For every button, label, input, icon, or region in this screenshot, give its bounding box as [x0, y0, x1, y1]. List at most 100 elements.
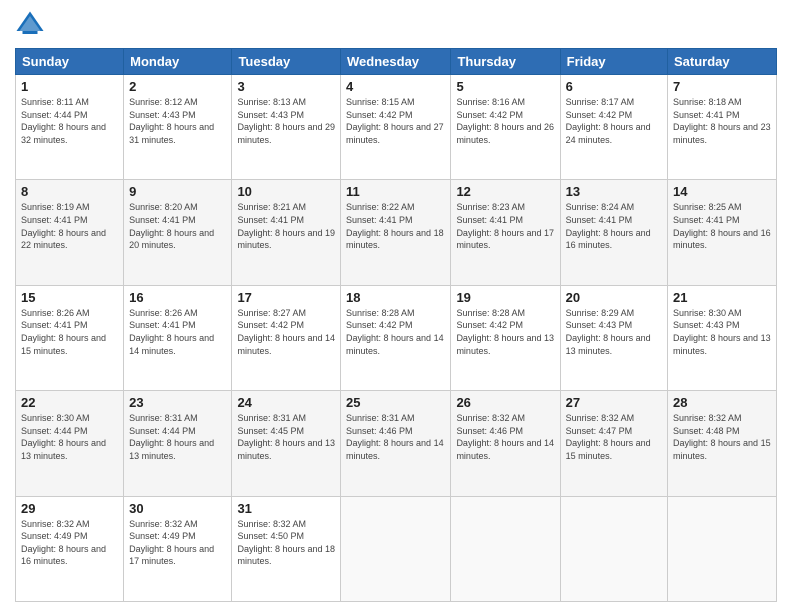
calendar-cell: 1 Sunrise: 8:11 AMSunset: 4:44 PMDayligh…	[16, 75, 124, 180]
calendar-cell	[668, 496, 777, 601]
week-row-3: 15 Sunrise: 8:26 AMSunset: 4:41 PMDaylig…	[16, 285, 777, 390]
day-number: 6	[566, 79, 662, 94]
week-row-1: 1 Sunrise: 8:11 AMSunset: 4:44 PMDayligh…	[16, 75, 777, 180]
day-number: 5	[456, 79, 554, 94]
day-info: Sunrise: 8:25 AMSunset: 4:41 PMDaylight:…	[673, 202, 771, 250]
day-info: Sunrise: 8:26 AMSunset: 4:41 PMDaylight:…	[21, 308, 106, 356]
day-number: 28	[673, 395, 771, 410]
calendar-cell	[451, 496, 560, 601]
logo-icon	[15, 10, 45, 40]
calendar-table: SundayMondayTuesdayWednesdayThursdayFrid…	[15, 48, 777, 602]
calendar-cell: 18 Sunrise: 8:28 AMSunset: 4:42 PMDaylig…	[341, 285, 451, 390]
calendar-cell	[560, 496, 667, 601]
calendar-cell: 10 Sunrise: 8:21 AMSunset: 4:41 PMDaylig…	[232, 180, 341, 285]
calendar-cell: 14 Sunrise: 8:25 AMSunset: 4:41 PMDaylig…	[668, 180, 777, 285]
day-info: Sunrise: 8:22 AMSunset: 4:41 PMDaylight:…	[346, 202, 444, 250]
day-number: 16	[129, 290, 226, 305]
calendar-cell: 28 Sunrise: 8:32 AMSunset: 4:48 PMDaylig…	[668, 391, 777, 496]
day-info: Sunrise: 8:28 AMSunset: 4:42 PMDaylight:…	[456, 308, 554, 356]
calendar-cell: 20 Sunrise: 8:29 AMSunset: 4:43 PMDaylig…	[560, 285, 667, 390]
day-number: 14	[673, 184, 771, 199]
weekday-header-wednesday: Wednesday	[341, 49, 451, 75]
day-info: Sunrise: 8:31 AMSunset: 4:44 PMDaylight:…	[129, 413, 214, 461]
calendar-cell: 21 Sunrise: 8:30 AMSunset: 4:43 PMDaylig…	[668, 285, 777, 390]
day-info: Sunrise: 8:30 AMSunset: 4:44 PMDaylight:…	[21, 413, 106, 461]
calendar-cell: 17 Sunrise: 8:27 AMSunset: 4:42 PMDaylig…	[232, 285, 341, 390]
week-row-2: 8 Sunrise: 8:19 AMSunset: 4:41 PMDayligh…	[16, 180, 777, 285]
day-info: Sunrise: 8:31 AMSunset: 4:45 PMDaylight:…	[237, 413, 335, 461]
day-info: Sunrise: 8:27 AMSunset: 4:42 PMDaylight:…	[237, 308, 335, 356]
day-info: Sunrise: 8:20 AMSunset: 4:41 PMDaylight:…	[129, 202, 214, 250]
weekday-header-monday: Monday	[124, 49, 232, 75]
day-number: 2	[129, 79, 226, 94]
day-number: 17	[237, 290, 335, 305]
day-info: Sunrise: 8:29 AMSunset: 4:43 PMDaylight:…	[566, 308, 651, 356]
day-info: Sunrise: 8:32 AMSunset: 4:46 PMDaylight:…	[456, 413, 554, 461]
day-number: 30	[129, 501, 226, 516]
day-info: Sunrise: 8:17 AMSunset: 4:42 PMDaylight:…	[566, 97, 651, 145]
weekday-header-saturday: Saturday	[668, 49, 777, 75]
calendar-cell: 26 Sunrise: 8:32 AMSunset: 4:46 PMDaylig…	[451, 391, 560, 496]
day-info: Sunrise: 8:32 AMSunset: 4:49 PMDaylight:…	[21, 519, 106, 567]
day-info: Sunrise: 8:32 AMSunset: 4:47 PMDaylight:…	[566, 413, 651, 461]
day-info: Sunrise: 8:12 AMSunset: 4:43 PMDaylight:…	[129, 97, 214, 145]
day-number: 20	[566, 290, 662, 305]
calendar-cell: 11 Sunrise: 8:22 AMSunset: 4:41 PMDaylig…	[341, 180, 451, 285]
day-number: 18	[346, 290, 445, 305]
day-number: 8	[21, 184, 118, 199]
calendar-cell	[341, 496, 451, 601]
calendar-cell: 30 Sunrise: 8:32 AMSunset: 4:49 PMDaylig…	[124, 496, 232, 601]
calendar-cell: 16 Sunrise: 8:26 AMSunset: 4:41 PMDaylig…	[124, 285, 232, 390]
day-number: 3	[237, 79, 335, 94]
calendar-cell: 4 Sunrise: 8:15 AMSunset: 4:42 PMDayligh…	[341, 75, 451, 180]
day-number: 4	[346, 79, 445, 94]
calendar-cell: 19 Sunrise: 8:28 AMSunset: 4:42 PMDaylig…	[451, 285, 560, 390]
calendar-cell: 15 Sunrise: 8:26 AMSunset: 4:41 PMDaylig…	[16, 285, 124, 390]
calendar-cell: 24 Sunrise: 8:31 AMSunset: 4:45 PMDaylig…	[232, 391, 341, 496]
day-number: 1	[21, 79, 118, 94]
day-info: Sunrise: 8:15 AMSunset: 4:42 PMDaylight:…	[346, 97, 444, 145]
day-number: 29	[21, 501, 118, 516]
day-number: 31	[237, 501, 335, 516]
day-number: 7	[673, 79, 771, 94]
day-info: Sunrise: 8:13 AMSunset: 4:43 PMDaylight:…	[237, 97, 335, 145]
day-number: 21	[673, 290, 771, 305]
day-number: 9	[129, 184, 226, 199]
day-info: Sunrise: 8:32 AMSunset: 4:48 PMDaylight:…	[673, 413, 771, 461]
calendar-cell: 7 Sunrise: 8:18 AMSunset: 4:41 PMDayligh…	[668, 75, 777, 180]
calendar-cell: 13 Sunrise: 8:24 AMSunset: 4:41 PMDaylig…	[560, 180, 667, 285]
calendar-cell: 23 Sunrise: 8:31 AMSunset: 4:44 PMDaylig…	[124, 391, 232, 496]
logo	[15, 10, 49, 40]
day-number: 27	[566, 395, 662, 410]
calendar-cell: 5 Sunrise: 8:16 AMSunset: 4:42 PMDayligh…	[451, 75, 560, 180]
day-number: 13	[566, 184, 662, 199]
calendar-cell: 29 Sunrise: 8:32 AMSunset: 4:49 PMDaylig…	[16, 496, 124, 601]
header	[15, 10, 777, 40]
day-number: 22	[21, 395, 118, 410]
calendar-cell: 27 Sunrise: 8:32 AMSunset: 4:47 PMDaylig…	[560, 391, 667, 496]
weekday-header-thursday: Thursday	[451, 49, 560, 75]
week-row-5: 29 Sunrise: 8:32 AMSunset: 4:49 PMDaylig…	[16, 496, 777, 601]
day-info: Sunrise: 8:28 AMSunset: 4:42 PMDaylight:…	[346, 308, 444, 356]
day-number: 15	[21, 290, 118, 305]
calendar-cell: 8 Sunrise: 8:19 AMSunset: 4:41 PMDayligh…	[16, 180, 124, 285]
weekday-header-friday: Friday	[560, 49, 667, 75]
weekday-header-row: SundayMondayTuesdayWednesdayThursdayFrid…	[16, 49, 777, 75]
day-number: 12	[456, 184, 554, 199]
day-info: Sunrise: 8:32 AMSunset: 4:50 PMDaylight:…	[237, 519, 335, 567]
day-info: Sunrise: 8:23 AMSunset: 4:41 PMDaylight:…	[456, 202, 554, 250]
calendar-cell: 31 Sunrise: 8:32 AMSunset: 4:50 PMDaylig…	[232, 496, 341, 601]
day-number: 10	[237, 184, 335, 199]
weekday-header-tuesday: Tuesday	[232, 49, 341, 75]
day-number: 24	[237, 395, 335, 410]
calendar-cell: 22 Sunrise: 8:30 AMSunset: 4:44 PMDaylig…	[16, 391, 124, 496]
day-number: 25	[346, 395, 445, 410]
calendar-cell: 25 Sunrise: 8:31 AMSunset: 4:46 PMDaylig…	[341, 391, 451, 496]
calendar-cell: 9 Sunrise: 8:20 AMSunset: 4:41 PMDayligh…	[124, 180, 232, 285]
day-number: 19	[456, 290, 554, 305]
day-info: Sunrise: 8:16 AMSunset: 4:42 PMDaylight:…	[456, 97, 554, 145]
day-info: Sunrise: 8:11 AMSunset: 4:44 PMDaylight:…	[21, 97, 106, 145]
calendar-cell: 6 Sunrise: 8:17 AMSunset: 4:42 PMDayligh…	[560, 75, 667, 180]
main-container: SundayMondayTuesdayWednesdayThursdayFrid…	[0, 0, 792, 612]
day-info: Sunrise: 8:31 AMSunset: 4:46 PMDaylight:…	[346, 413, 444, 461]
